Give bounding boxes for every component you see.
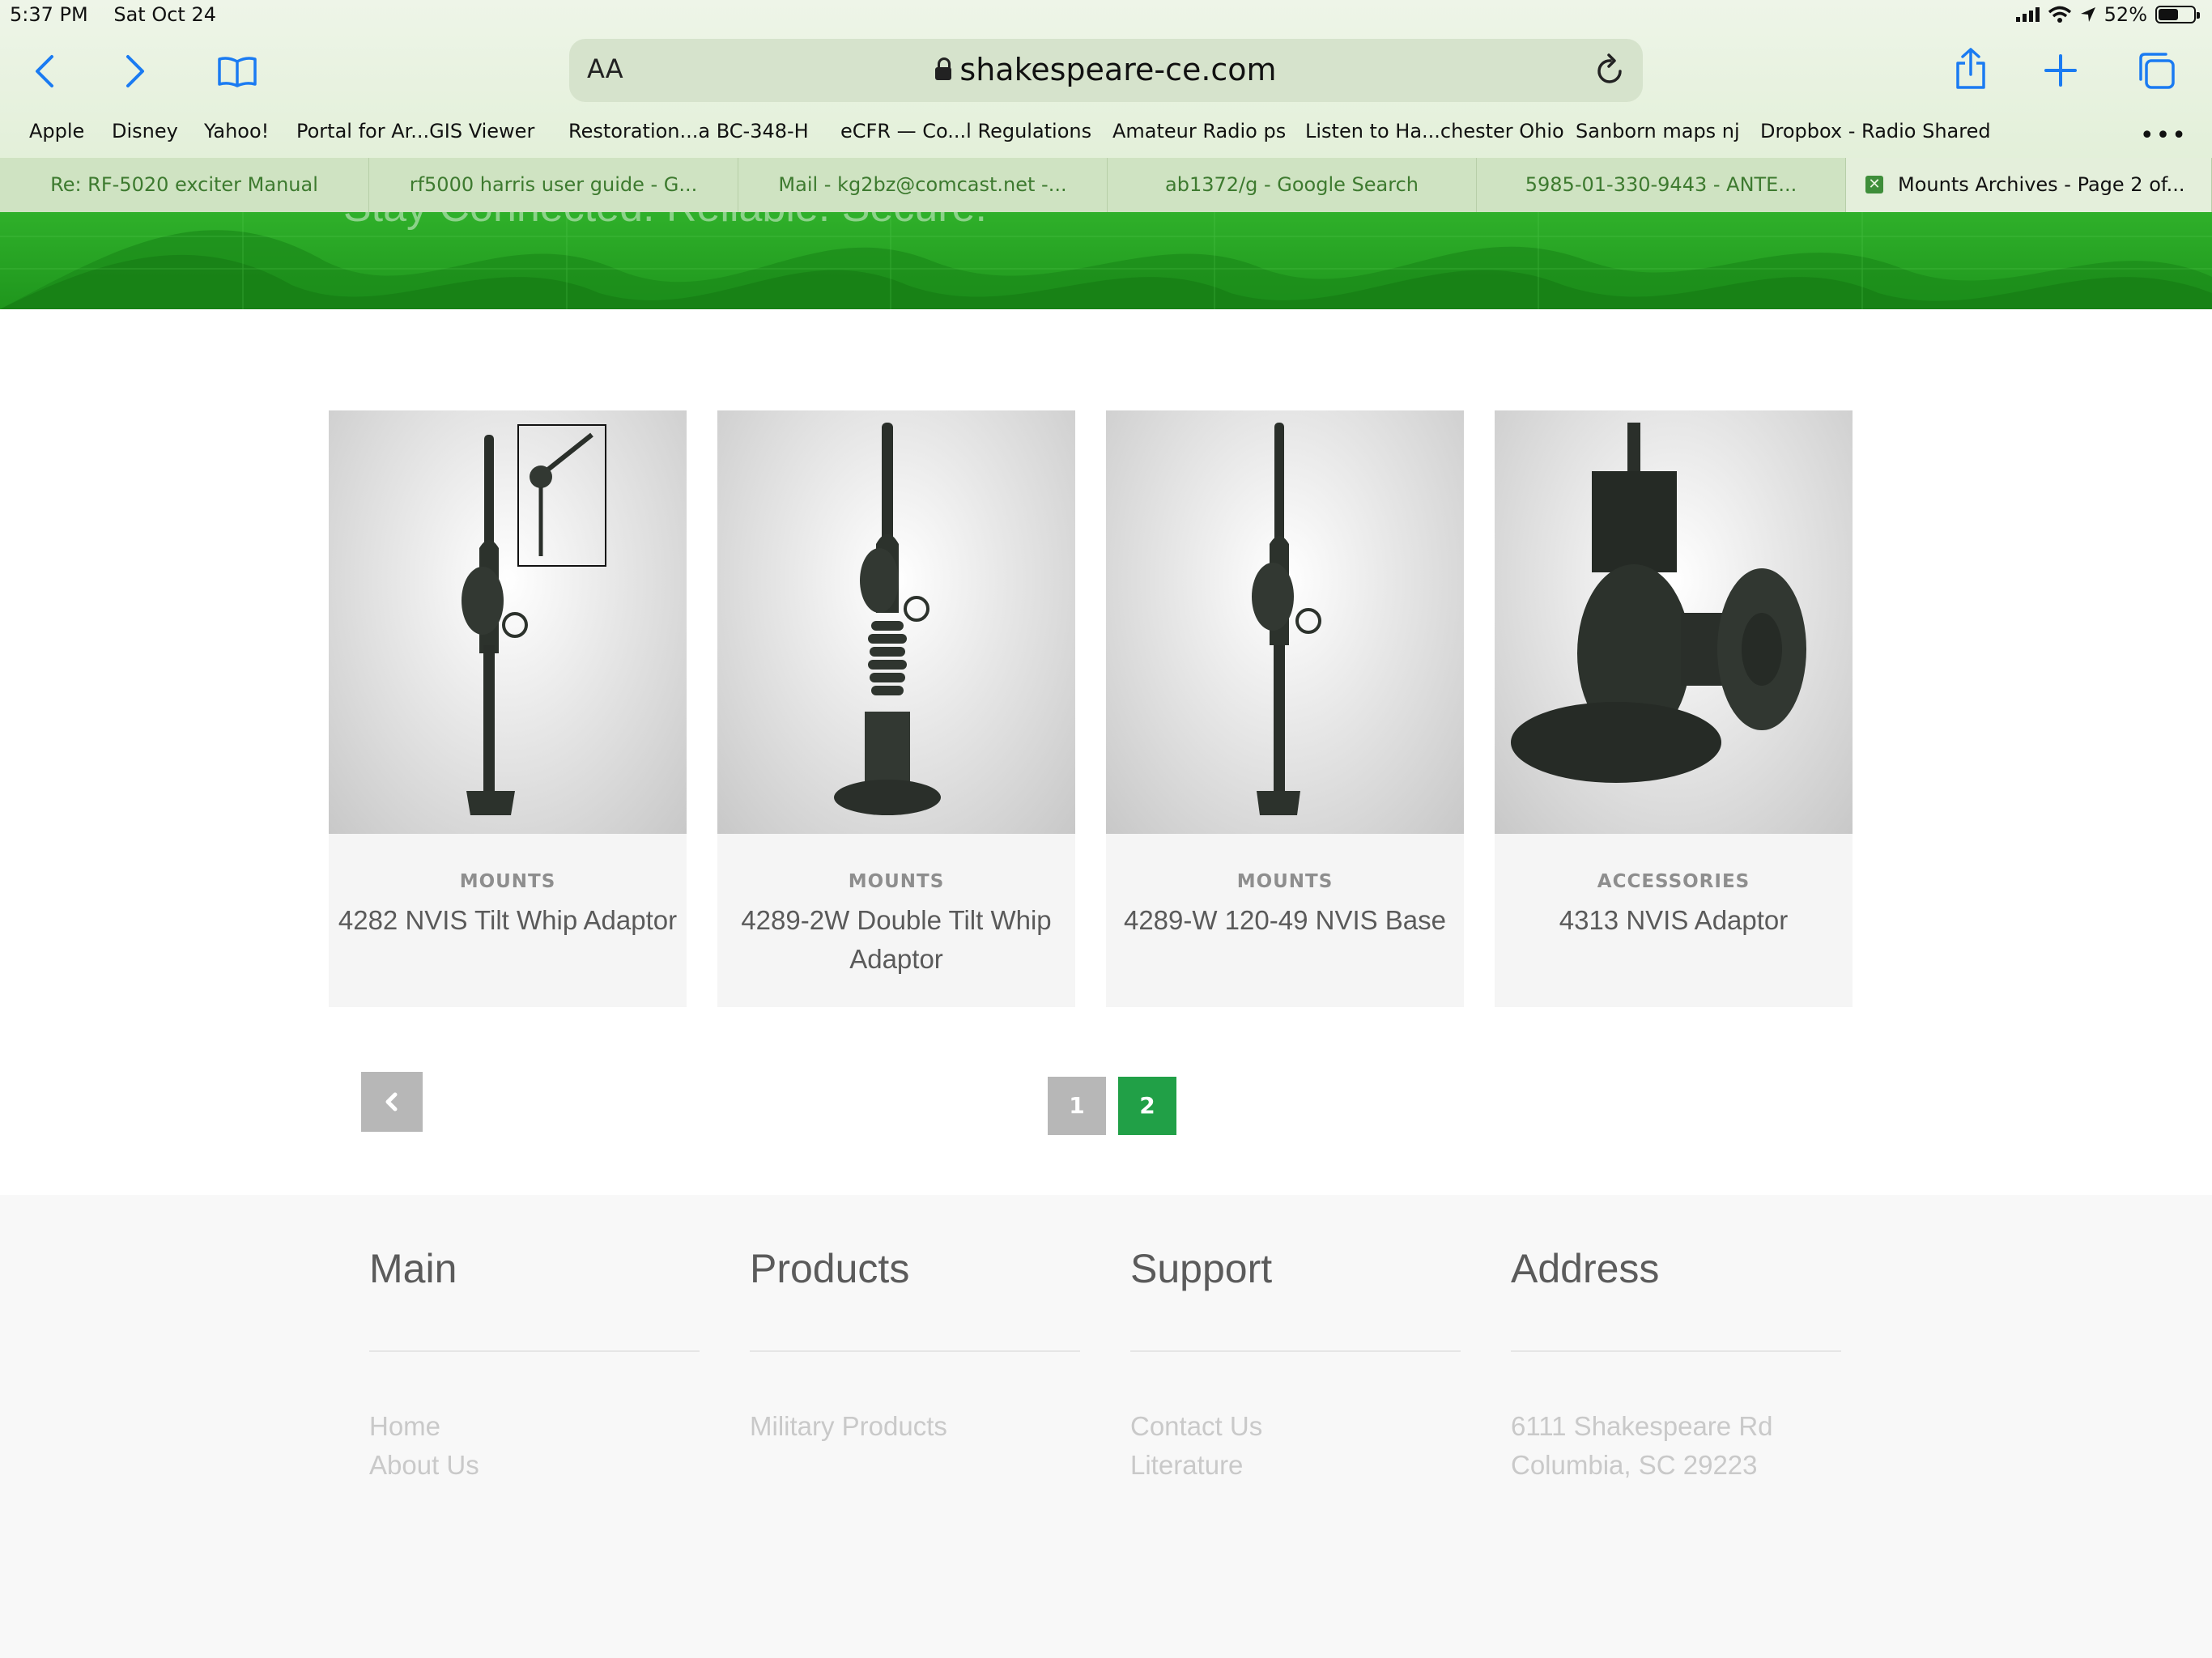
tilt-whip-adaptor-image — [462, 424, 606, 815]
hero-wave-graphic — [0, 212, 2212, 309]
bookmark-item[interactable]: Apple — [29, 120, 84, 142]
new-tab-icon[interactable] — [2044, 53, 2078, 87]
status-bar-right: 52% — [2015, 3, 2200, 26]
footer-heading: Support — [1130, 1246, 1273, 1291]
nvis-adaptor-image — [1511, 423, 1806, 783]
page-2-button-current[interactable]: 2 — [1118, 1077, 1176, 1135]
product-category: MOUNTS — [1236, 871, 1334, 892]
back-icon[interactable] — [32, 53, 57, 89]
location-arrow-icon — [2080, 7, 2095, 22]
product-title[interactable]: 4313 NVIS Adaptor — [1501, 901, 1846, 940]
wifi-icon — [2048, 6, 2071, 23]
status-date: Sat Oct 24 — [113, 3, 216, 26]
footer-link-home[interactable]: Home — [369, 1407, 479, 1446]
close-tab-icon[interactable]: ✕ — [1865, 176, 1883, 193]
active-tab-title: Mounts Archives - Page 2 of... — [1898, 173, 2185, 196]
bookmark-item[interactable]: Dropbox - Radio Shared — [1760, 120, 1991, 142]
product-image[interactable] — [717, 410, 1075, 834]
battery-percent: 52% — [2104, 3, 2147, 26]
product-category: MOUNTS — [459, 871, 556, 892]
share-icon[interactable] — [1953, 47, 1989, 91]
footer-link-literature[interactable]: Literature — [1130, 1446, 1262, 1485]
footer-link-about-us[interactable]: About Us — [369, 1446, 479, 1485]
product-card[interactable]: MOUNTS 4282 NVIS Tilt Whip Adaptor — [329, 410, 687, 1007]
product-card[interactable]: MOUNTS 4289-W 120-49 NVIS Base — [1106, 410, 1464, 1007]
previous-page-button[interactable] — [361, 1072, 423, 1132]
forward-icon[interactable] — [123, 53, 147, 89]
footer-heading: Address — [1511, 1246, 1660, 1291]
status-bar-left: 5:37 PM Sat Oct 24 — [10, 3, 236, 26]
bookmarks-icon[interactable] — [217, 55, 257, 87]
footer-divider — [369, 1350, 700, 1352]
bookmark-item[interactable]: Sanborn maps nj — [1576, 120, 1740, 142]
battery-icon — [2155, 6, 2200, 23]
bookmark-item[interactable]: eCFR — Co...l Regulations — [840, 120, 1091, 142]
tab-bar: Re: RF-5020 exciter Manual rf5000 harris… — [0, 158, 2212, 212]
reload-icon[interactable] — [1594, 52, 1627, 86]
hero-tagline: Stay Connected. Reliable. Secure. — [343, 212, 987, 232]
product-category: ACCESSORIES — [1597, 871, 1750, 892]
product-image[interactable] — [329, 410, 687, 834]
browser-tab-active[interactable]: ✕ Mounts Archives - Page 2 of... — [1846, 158, 2212, 212]
product-title[interactable]: 4289-W 120-49 NVIS Base — [1112, 901, 1457, 940]
page-1-button[interactable]: 1 — [1048, 1077, 1106, 1135]
more-bookmarks-icon[interactable]: ••• — [2140, 121, 2188, 150]
bookmark-item[interactable]: Listen to Ha...chester Ohio — [1305, 120, 1564, 142]
address-bar[interactable]: AA shakespeare-ce.com — [569, 39, 1643, 102]
browser-chrome: 5:37 PM Sat Oct 24 52% AA shakespeare-ce… — [0, 0, 2212, 212]
url-display[interactable]: shakespeare-ce.com — [569, 52, 1643, 87]
product-image[interactable] — [1106, 410, 1464, 834]
address-line: Columbia, SC 29223 — [1511, 1450, 1758, 1480]
chevron-left-icon — [385, 1092, 398, 1112]
product-card[interactable]: MOUNTS 4289-2W Double Tilt Whip Adaptor — [717, 410, 1075, 1007]
footer-link-contact-us[interactable]: Contact Us — [1130, 1407, 1262, 1446]
favorites-bar: Apple Disney Yahoo! Portal for Ar...GIS … — [0, 120, 2212, 147]
product-category: MOUNTS — [848, 871, 945, 892]
footer-divider — [1130, 1350, 1461, 1352]
browser-tab[interactable]: rf5000 harris user guide - G... — [369, 158, 738, 212]
bookmark-item[interactable]: Yahoo! — [204, 120, 269, 142]
bookmark-item[interactable]: Portal for Ar...GIS Viewer — [296, 120, 534, 142]
site-footer: Main Home About Us Products Military Pro… — [0, 1195, 2212, 1658]
bookmark-item[interactable]: Restoration...a BC-348-H — [568, 120, 809, 142]
cellular-signal-icon — [2015, 7, 2040, 22]
footer-heading: Products — [750, 1246, 910, 1291]
browser-tab[interactable]: Re: RF-5020 exciter Manual — [0, 158, 369, 212]
tabs-icon[interactable] — [2136, 50, 2176, 91]
footer-divider — [750, 1350, 1080, 1352]
url-text: shakespeare-ce.com — [959, 52, 1277, 87]
browser-tab[interactable]: Mail - kg2bz@comcast.net -... — [738, 158, 1108, 212]
product-title[interactable]: 4289-2W Double Tilt Whip Adaptor — [724, 901, 1069, 979]
address-line: 6111 Shakespeare Rd — [1511, 1411, 1773, 1441]
status-time: 5:37 PM — [10, 3, 88, 26]
footer-divider — [1511, 1350, 1841, 1352]
hero-banner: Stay Connected. Reliable. Secure. — [0, 212, 2212, 309]
product-title[interactable]: 4282 NVIS Tilt Whip Adaptor — [335, 901, 680, 940]
footer-heading: Main — [369, 1246, 457, 1291]
browser-tab[interactable]: ab1372/g - Google Search — [1108, 158, 1477, 212]
double-tilt-whip-adaptor-image — [834, 423, 941, 815]
product-card[interactable]: ACCESSORIES 4313 NVIS Adaptor — [1495, 410, 1853, 1007]
nvis-base-image — [1252, 423, 1321, 815]
bookmark-item[interactable]: Disney — [112, 120, 178, 142]
lock-icon — [935, 57, 952, 80]
footer-link-military-products[interactable]: Military Products — [750, 1407, 947, 1446]
browser-tab[interactable]: 5985-01-330-9443 - ANTE... — [1477, 158, 1846, 212]
bookmark-item[interactable]: Amateur Radio ps — [1112, 120, 1286, 142]
product-image[interactable] — [1495, 410, 1853, 834]
